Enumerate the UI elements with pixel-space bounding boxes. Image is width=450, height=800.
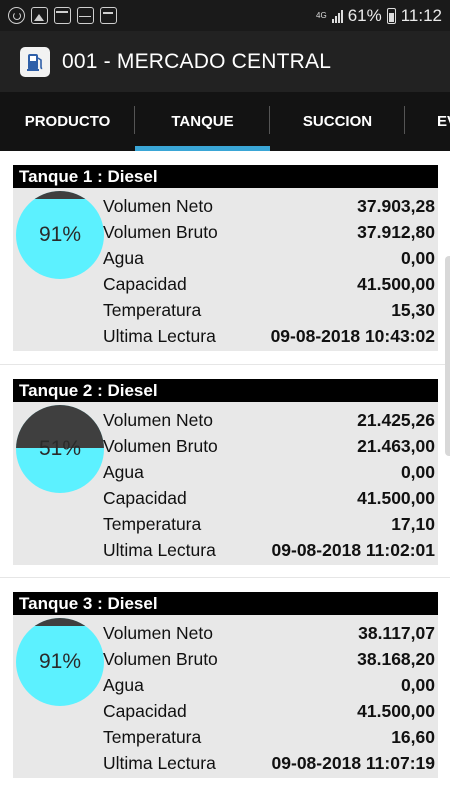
reading-row: Ultima Lectura 09-08-2018 11:02:01 (103, 537, 435, 563)
tank-details: 91% Volumen Neto 38.117,07 Volumen Bruto 3… (13, 615, 438, 778)
reading-row: Volumen Neto 37.903,28 (103, 193, 435, 219)
status-bar: 4G 61% 11:12 (0, 0, 450, 31)
notification-icons (8, 7, 117, 24)
battery-percent: 61% (347, 5, 382, 25)
tank-title: Tanque 3 : Diesel (13, 592, 438, 615)
tank-card[interactable]: Tanque 1 : Diesel 91% Volumen Neto 37.903… (0, 151, 450, 363)
reading-label: Ultima Lectura (103, 539, 216, 560)
reading-row: Capacidad 41.500,00 (103, 698, 435, 724)
outlook-icon (77, 7, 94, 24)
tank-level-gauge: 91% (16, 191, 104, 279)
reading-row: Temperatura 16,60 (103, 724, 435, 750)
reading-value: 41.500,00 (357, 700, 435, 721)
reading-value: 38.117,07 (358, 622, 435, 643)
tank-details: 91% Volumen Neto 37.903,28 Volumen Bruto 3… (13, 188, 438, 351)
reading-label: Temperatura (103, 513, 202, 534)
reading-label: Temperatura (103, 299, 202, 320)
reading-value: 0,00 (400, 674, 435, 695)
whatsapp-icon (8, 7, 25, 24)
calendar-icon (54, 7, 71, 24)
tank-title: Tanque 1 : Diesel (13, 165, 438, 188)
reading-row: Volumen Bruto 38.168,20 (103, 646, 435, 672)
gauge-percent-label: 91% (38, 650, 82, 673)
tank-readings: Volumen Neto 37.903,28 Volumen Bruto 37.91… (103, 193, 435, 349)
fuel-pump-icon[interactable] (20, 46, 50, 77)
tank-details: 51% Volumen Neto 21.425,26 Volumen Bruto 2… (13, 402, 438, 565)
reading-value: 38.168,20 (357, 648, 435, 669)
reading-label: Agua (103, 247, 144, 268)
station-title: 001 - MERCADO CENTRAL (62, 49, 332, 73)
reading-row: Volumen Neto 38.117,07 (103, 620, 435, 646)
tank-card[interactable]: Tanque 2 : Diesel 51% Volumen Neto 21.425… (0, 364, 450, 576)
tab-tanque[interactable]: TANQUE (135, 92, 270, 151)
reading-label: Ultima Lectura (103, 325, 216, 346)
reading-value: 17,10 (391, 513, 435, 534)
tab-producto[interactable]: PRODUCTO (0, 92, 135, 151)
gallery-icon (31, 7, 48, 24)
clock: 11:12 (400, 5, 442, 25)
reading-value: 15,30 (391, 299, 435, 320)
network-type: 4G (316, 10, 327, 20)
tab-ev[interactable]: EV (405, 92, 450, 151)
reading-row: Agua 0,00 (103, 459, 435, 485)
reading-value: 16,60 (391, 726, 435, 747)
reading-label: Volumen Neto (103, 195, 213, 216)
reading-value: 0,00 (400, 461, 435, 482)
gauge-percent-label: 91% (38, 223, 82, 246)
reading-row: Ultima Lectura 09-08-2018 11:07:19 (103, 750, 435, 776)
gauge-percent-label: 51% (38, 437, 82, 460)
reading-value: 37.912,80 (357, 221, 435, 242)
reading-value: 0,00 (400, 247, 435, 268)
reading-label: Temperatura (103, 726, 202, 747)
reading-value: 41.500,00 (357, 273, 435, 294)
signal-icon (331, 9, 343, 23)
reading-label: Volumen Neto (103, 409, 213, 430)
reading-label: Capacidad (103, 487, 187, 508)
reading-row: Temperatura 17,10 (103, 511, 435, 537)
reading-label: Agua (103, 674, 144, 695)
reading-row: Ultima Lectura 09-08-2018 10:43:02 (103, 323, 435, 349)
reading-row: Volumen Neto 21.425,26 (103, 407, 435, 433)
tank-title: Tanque 2 : Diesel (13, 379, 438, 402)
tank-card[interactable]: Tanque 3 : Diesel 91% Volumen Neto 38.117… (0, 577, 450, 789)
tank-readings: Volumen Neto 38.117,07 Volumen Bruto 38.16… (103, 620, 435, 776)
reading-row: Agua 0,00 (103, 245, 435, 271)
reading-label: Capacidad (103, 700, 187, 721)
system-indicators: 4G 61% 11:12 (316, 0, 442, 31)
battery-icon (386, 7, 396, 24)
reading-label: Ultima Lectura (103, 752, 216, 773)
reading-row: Volumen Bruto 21.463,00 (103, 433, 435, 459)
reading-label: Volumen Bruto (103, 435, 218, 456)
card-icon (100, 7, 117, 24)
reading-value: 09-08-2018 11:02:01 (271, 539, 435, 560)
reading-row: Agua 0,00 (103, 672, 435, 698)
tank-level-gauge: 91% (16, 618, 104, 706)
reading-value: 21.463,00 (357, 435, 435, 456)
reading-label: Volumen Bruto (103, 648, 218, 669)
tank-readings: Volumen Neto 21.425,26 Volumen Bruto 21.46… (103, 407, 435, 563)
tab-bar: PRODUCTO TANQUE SUCCION EV (0, 92, 450, 151)
tank-level-gauge: 51% (16, 405, 104, 493)
reading-value: 41.500,00 (357, 487, 435, 508)
reading-row: Temperatura 15,30 (103, 297, 435, 323)
reading-row: Capacidad 41.500,00 (103, 485, 435, 511)
tab-succion[interactable]: SUCCION (270, 92, 405, 151)
reading-value: 37.903,28 (357, 195, 435, 216)
reading-label: Capacidad (103, 273, 187, 294)
reading-value: 09-08-2018 11:07:19 (271, 752, 435, 773)
reading-label: Volumen Neto (103, 622, 213, 643)
scroll-edge-indicator (445, 256, 450, 456)
tank-list[interactable]: Tanque 1 : Diesel 91% Volumen Neto 37.903… (0, 151, 450, 800)
reading-row: Volumen Bruto 37.912,80 (103, 219, 435, 245)
reading-value: 21.425,26 (357, 409, 435, 430)
reading-label: Agua (103, 461, 144, 482)
reading-value: 09-08-2018 10:43:02 (270, 325, 435, 346)
reading-label: Volumen Bruto (103, 221, 218, 242)
app-bar: 001 - MERCADO CENTRAL (0, 31, 450, 92)
reading-row: Capacidad 41.500,00 (103, 271, 435, 297)
